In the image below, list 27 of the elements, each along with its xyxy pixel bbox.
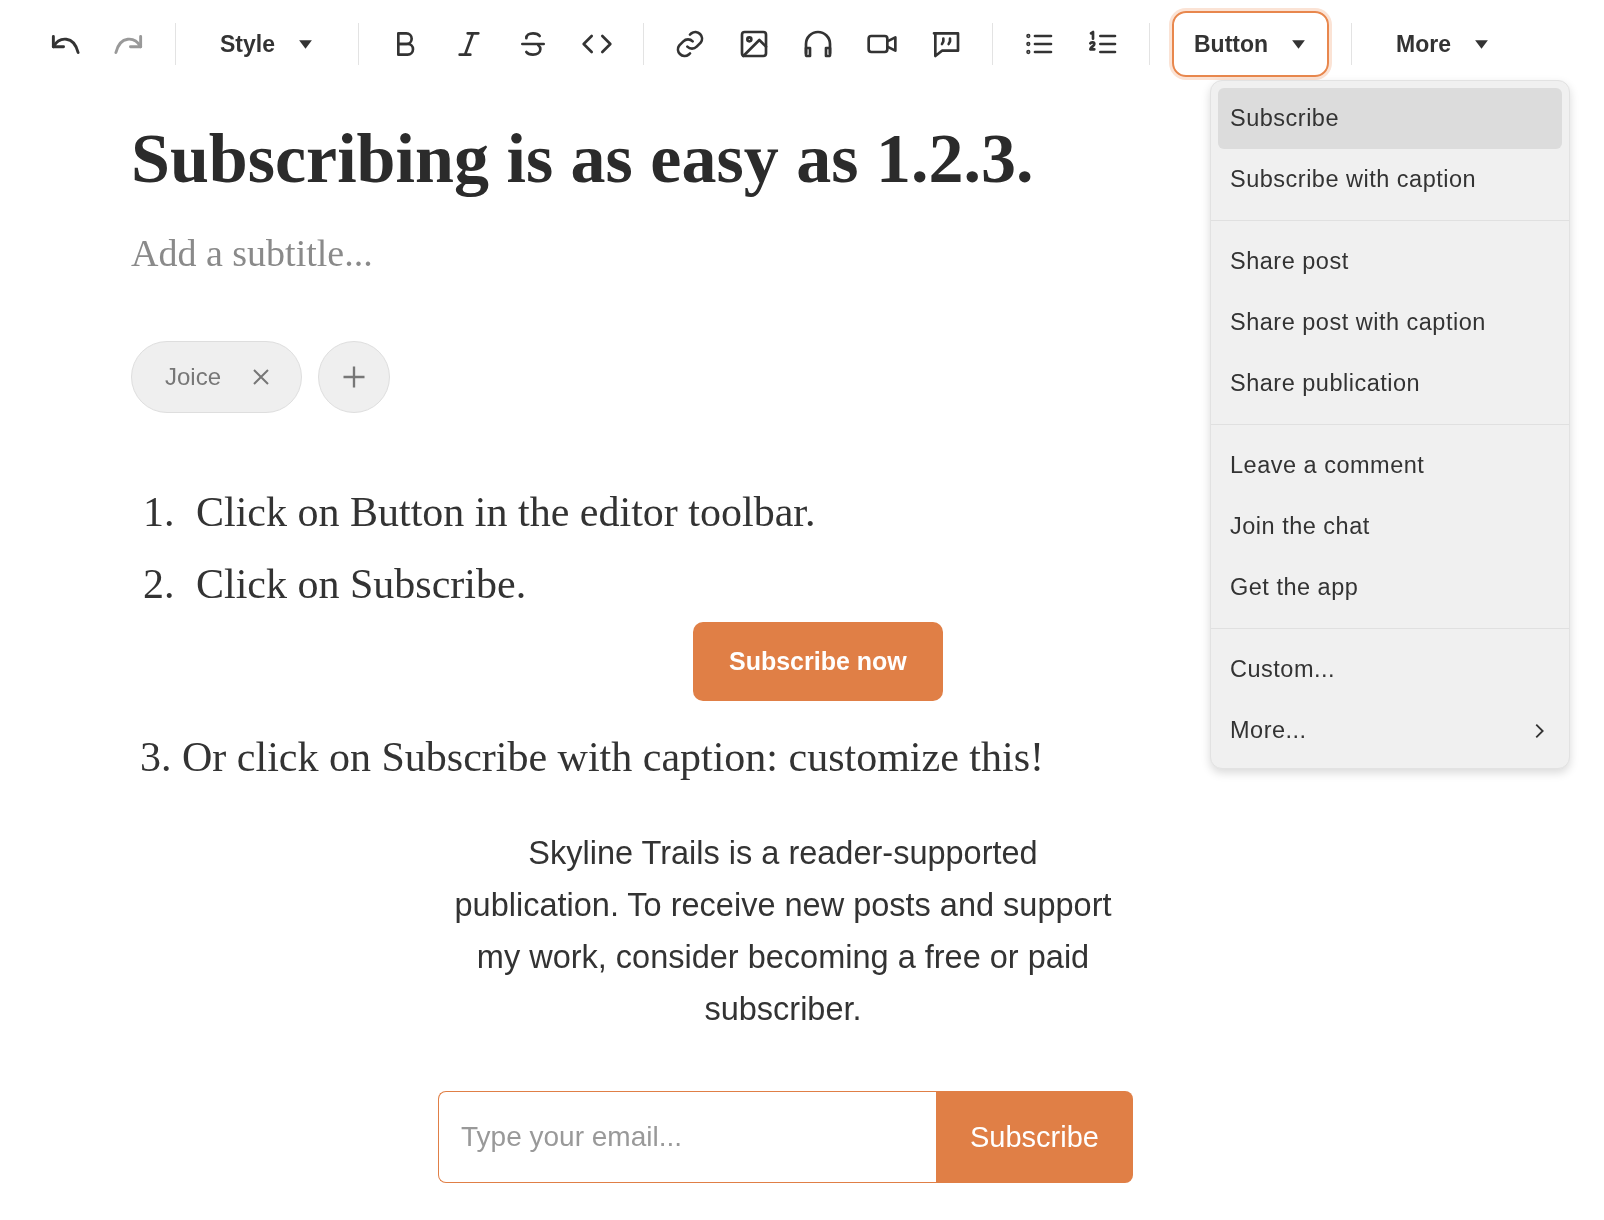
dropdown-button[interactable]: Style — [198, 11, 336, 77]
list-item-text: Click on Subscribe. — [196, 560, 527, 608]
list-number: 1. — [142, 488, 176, 536]
menu-item[interactable]: Share publication — [1218, 353, 1562, 414]
menu-item[interactable]: Leave a comment — [1218, 435, 1562, 496]
menu-item[interactable]: Subscribe — [1218, 88, 1562, 149]
menu-item[interactable]: More... — [1218, 700, 1562, 761]
redo-icon — [113, 34, 145, 54]
menu-item[interactable]: Share post — [1218, 231, 1562, 292]
menu-item[interactable]: Share post with caption — [1218, 292, 1562, 353]
author-tag[interactable]: Joice — [131, 341, 303, 413]
undo-icon — [49, 34, 81, 54]
menu-item[interactable]: Get the app — [1218, 557, 1562, 618]
menu-item[interactable]: Subscribe with caption — [1218, 149, 1562, 210]
menu-item[interactable]: Custom... — [1218, 639, 1562, 700]
link-icon — [674, 28, 706, 60]
dropdown-button[interactable]: More — [1374, 11, 1512, 77]
email-field[interactable]: Type your email... — [438, 1091, 936, 1183]
list-number: 2. — [142, 560, 176, 608]
list-item-text: Click on Button in the editor toolbar. — [196, 488, 816, 536]
image-icon — [738, 28, 770, 60]
paragraph: 3. Or click on Subscribe with caption: customize this! — [140, 733, 1045, 781]
post-title[interactable]: Subscribing is as easy as 1.2.3. — [131, 119, 1131, 199]
headphones-icon — [802, 28, 834, 60]
dropdown-button[interactable]: Button — [1172, 11, 1330, 77]
menu-item[interactable]: Join the chat — [1218, 496, 1562, 557]
caption-text: Skyline Trails is a reader-supported publication. To receive new posts and support my work, consider becoming a free or paid subscriber. — [453, 834, 1113, 1029]
